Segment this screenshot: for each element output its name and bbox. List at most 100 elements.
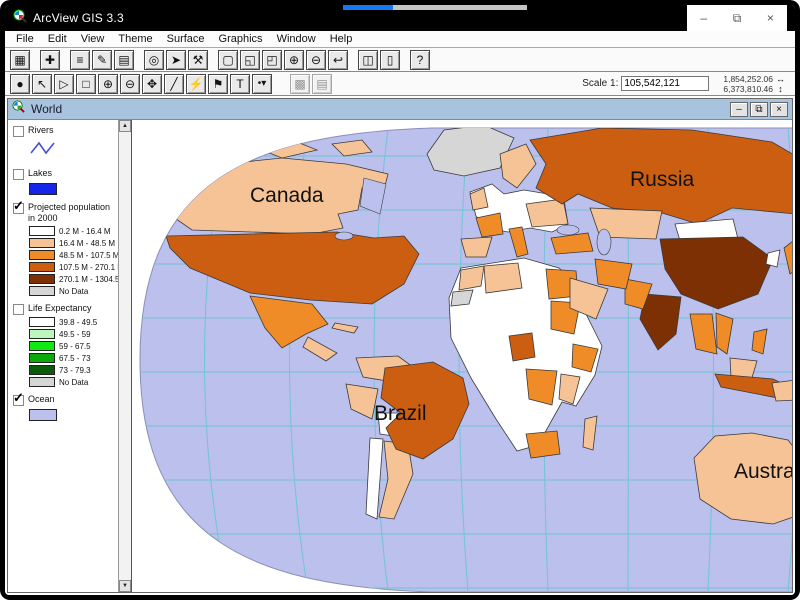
toolbar-separator — [31, 59, 39, 60]
zoom-full-extent-button[interactable]: ▢ — [218, 50, 238, 70]
zoom-selected-button[interactable]: ◰ — [262, 50, 282, 70]
pointer-tool[interactable]: ↖ — [32, 74, 52, 94]
legend-scrollbar[interactable]: ▲ ▼ — [118, 120, 131, 592]
title-bar: ArcView GIS 3.3 – ⧉ × — [5, 5, 795, 31]
arcview-app-icon — [13, 9, 27, 28]
measure-tool[interactable]: ╱ — [164, 74, 184, 94]
menu-file[interactable]: File — [9, 32, 41, 46]
help-pointer-button[interactable]: ? — [410, 50, 430, 70]
view-close-button[interactable]: × — [770, 102, 788, 117]
hotlink-tool[interactable]: ⚡ — [186, 74, 206, 94]
pop-class-swatch — [29, 262, 55, 272]
pop-class-swatch — [29, 226, 55, 236]
rivers-checkbox[interactable] — [13, 126, 24, 137]
theme-ocean[interactable]: ✓ Ocean — [12, 394, 116, 421]
map-canvas[interactable]: Canada Russia Brazil Australia — [132, 120, 792, 592]
toolbar-separator — [61, 59, 69, 60]
check-icon: ✓ — [13, 198, 24, 214]
view-title: World — [31, 102, 62, 116]
country-morocco — [459, 266, 484, 290]
toolbar-separator — [135, 59, 143, 60]
restore-button[interactable]: ⧉ — [720, 5, 753, 31]
zoom-out-tool[interactable]: ⊖ — [120, 74, 140, 94]
menu-edit[interactable]: Edit — [41, 32, 74, 46]
pan-tool[interactable]: ✥ — [142, 74, 162, 94]
label-russia: Russia — [630, 168, 695, 191]
edit-legend-button[interactable]: ✎ — [92, 50, 112, 70]
menu-help[interactable]: Help — [323, 32, 360, 46]
theme-properties-button[interactable]: ≡ — [70, 50, 90, 70]
menu-theme[interactable]: Theme — [111, 32, 159, 46]
lakes-swatch — [29, 183, 57, 195]
theme-name-population: Projected population in 2000 — [28, 202, 116, 224]
life-class-label: 59 - 67.5 — [59, 342, 91, 351]
view-restore-button[interactable]: ⧉ — [750, 102, 768, 117]
scale-label: Scale 1: — [582, 78, 618, 89]
theme-life-expectancy[interactable]: Life Expectancy 39.8 - 49.5 49.5 - 59 59… — [12, 303, 116, 387]
scale-input[interactable] — [621, 76, 709, 91]
open-theme-table-button[interactable]: ▤ — [114, 50, 134, 70]
minimize-button[interactable]: – — [687, 5, 720, 31]
application-window: ArcView GIS 3.3 – ⧉ × File Edit View The… — [0, 0, 800, 600]
area-of-interest-tool: ▩ — [290, 74, 310, 94]
select-feature-tool[interactable]: □ — [76, 74, 96, 94]
life-class-label: No Data — [59, 378, 88, 387]
theme-name-ocean: Ocean — [28, 394, 55, 405]
draw-point-tool[interactable]: •▾ — [252, 74, 272, 94]
pop-class-label: 107.5 M - 270.1 M — [59, 263, 118, 272]
add-theme-button[interactable]: ✚ — [40, 50, 60, 70]
life-class-swatch — [29, 377, 55, 387]
menu-surface[interactable]: Surface — [160, 32, 212, 46]
open-layout-button[interactable]: ▯ — [380, 50, 400, 70]
population-checkbox[interactable]: ✓ — [13, 203, 24, 214]
zoom-previous-button[interactable]: ↩ — [328, 50, 348, 70]
view-title-bar[interactable]: World – ⧉ × — [8, 99, 792, 120]
edit-vertices-tool: ▤ — [312, 74, 332, 94]
find-button[interactable]: ◎ — [144, 50, 164, 70]
coordinate-y: 6,373,810.46 — [723, 84, 773, 94]
view-minimize-button[interactable]: – — [730, 102, 748, 117]
theme-population[interactable]: ✓ Projected population in 2000 0.2 M - 1… — [12, 202, 116, 296]
save-project-button[interactable]: ▦ — [10, 50, 30, 70]
vertex-edit-tool[interactable]: ▷ — [54, 74, 74, 94]
toolbar-separator — [281, 83, 289, 84]
ocean-checkbox[interactable]: ✓ — [13, 395, 24, 406]
zoom-in-tool[interactable]: ⊕ — [98, 74, 118, 94]
label-canada: Canada — [250, 184, 324, 207]
check-icon: ✓ — [13, 390, 24, 406]
lakes-checkbox[interactable] — [13, 169, 24, 180]
scroll-up-icon[interactable]: ▲ — [119, 120, 131, 132]
pop-class-swatch — [29, 250, 55, 260]
identify-tool[interactable]: ● — [10, 74, 30, 94]
view-window-world: World – ⧉ × Rivers — [7, 98, 793, 593]
theme-lakes[interactable]: Lakes — [12, 168, 116, 195]
life-expectancy-checkbox[interactable] — [13, 304, 24, 315]
pop-class-label: No Data — [59, 287, 88, 296]
menu-graphics[interactable]: Graphics — [212, 32, 270, 46]
top-accent-blue — [343, 5, 393, 10]
river-line-symbol — [29, 140, 59, 161]
menu-view[interactable]: View — [74, 32, 112, 46]
life-class-label: 49.5 - 59 — [59, 330, 91, 339]
country-alaska — [140, 158, 184, 198]
query-builder-button[interactable]: ⚒ — [188, 50, 208, 70]
zoom-in-fixed-button[interactable]: ⊕ — [284, 50, 304, 70]
menu-window[interactable]: Window — [270, 32, 323, 46]
zoom-out-fixed-button[interactable]: ⊖ — [306, 50, 326, 70]
theme-rivers[interactable]: Rivers — [12, 125, 116, 161]
button-bar: ▦ ✚ ≡ ✎ ▤ ◎ ➤ ⚒ ▢ ◱ ◰ ⊕ ⊖ ↩ ◫ ▯ ? — [5, 48, 795, 72]
label-tool[interactable]: ⚑ — [208, 74, 228, 94]
pop-class-label: 48.5 M - 107.5 M — [59, 251, 118, 260]
locate-address-button[interactable]: ➤ — [166, 50, 186, 70]
country-drc — [526, 369, 557, 405]
life-class-swatch — [29, 341, 55, 351]
close-button[interactable]: × — [754, 5, 787, 31]
zoom-active-theme-button[interactable]: ◱ — [240, 50, 260, 70]
scroll-down-icon[interactable]: ▼ — [119, 580, 131, 592]
text-tool[interactable]: T — [230, 74, 250, 94]
coordinate-x: 1,854,252.06 — [723, 74, 773, 84]
label-australia: Australia — [734, 460, 792, 483]
pop-class-swatch — [29, 238, 55, 248]
theme-name-lakes: Lakes — [28, 168, 52, 179]
select-features-button[interactable]: ◫ — [358, 50, 378, 70]
